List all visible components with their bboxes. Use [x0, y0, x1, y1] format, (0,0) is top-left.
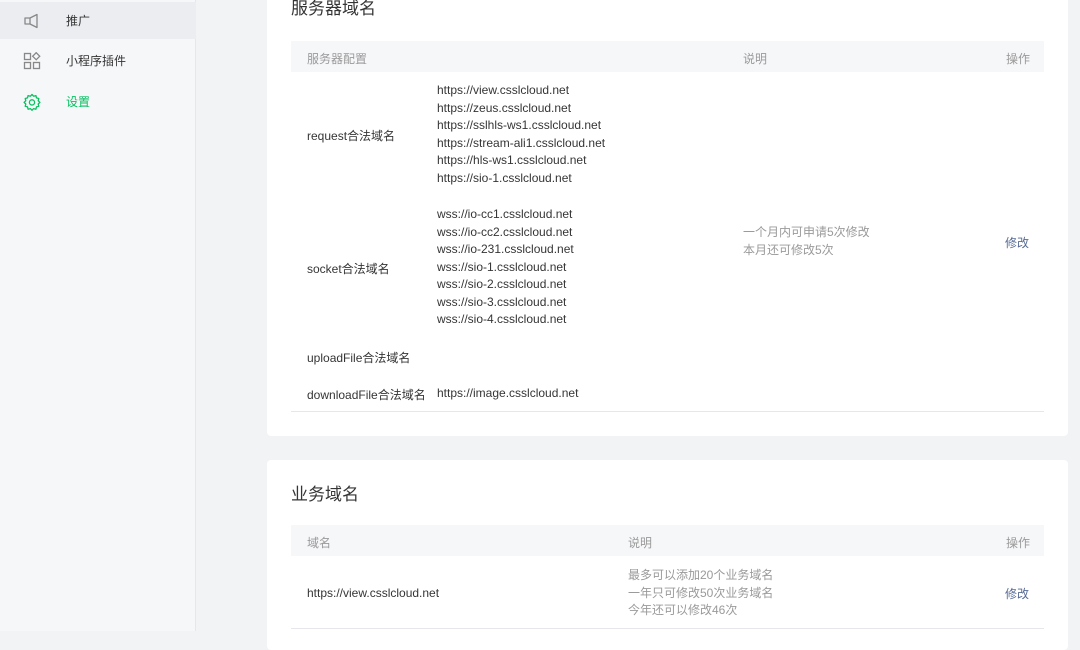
socket-domain-label: socket合法域名: [307, 262, 390, 276]
header-domain: 域名: [307, 536, 332, 550]
header-desc: 说明: [628, 536, 653, 550]
request-url: https://sslhls-ws1.csslcloud.net: [437, 118, 602, 132]
gear-icon: [23, 93, 41, 111]
socket-url: wss://io-231.csslcloud.net: [437, 242, 574, 256]
download-domain-label: downloadFile合法域名: [307, 388, 426, 402]
business-note: 一年只可修改50次业务域名: [628, 586, 774, 600]
header-op: 操作: [1006, 52, 1031, 66]
request-url: https://hls-ws1.csslcloud.net: [437, 153, 587, 167]
sidebar-item-label: 小程序插件: [66, 54, 127, 68]
header-config: 服务器配置: [307, 52, 368, 66]
request-url: https://view.csslcloud.net: [437, 83, 570, 97]
socket-url: wss://sio-1.csslcloud.net: [437, 260, 567, 274]
table-header: 域名 说明 操作: [291, 525, 1044, 556]
business-modify-link[interactable]: 修改: [1005, 585, 1029, 602]
business-note: 最多可以添加20个业务域名: [628, 568, 774, 582]
sidebar: 推广 小程序插件 设置: [0, 0, 196, 631]
megaphone-icon: [23, 12, 41, 30]
sidebar-item-label: 推广: [66, 14, 91, 28]
socket-url: wss://sio-3.csslcloud.net: [437, 295, 567, 309]
request-url: https://zeus.csslcloud.net: [437, 101, 572, 115]
card-title: 服务器域名: [291, 0, 376, 18]
request-domain-label: request合法域名: [307, 129, 396, 143]
socket-url: wss://io-cc2.csslcloud.net: [437, 225, 573, 239]
divider: [291, 411, 1044, 412]
download-url: https://image.csslcloud.net: [437, 386, 579, 400]
socket-url: wss://sio-2.csslcloud.net: [437, 277, 567, 291]
sidebar-item-settings[interactable]: 设置: [0, 83, 196, 120]
request-url: https://sio-1.csslcloud.net: [437, 171, 572, 185]
business-domain-value: https://view.csslcloud.net: [307, 586, 440, 600]
server-note: 本月还可修改5次: [743, 243, 834, 257]
divider: [291, 628, 1044, 629]
sidebar-item-plugins[interactable]: 小程序插件: [0, 42, 196, 79]
sidebar-item-promotion[interactable]: 推广: [0, 2, 196, 39]
server-note: 一个月内可申请5次修改: [743, 225, 870, 239]
plugin-grid-icon: [23, 51, 41, 70]
header-desc: 说明: [743, 52, 768, 66]
table-header: 服务器配置 说明 操作: [291, 41, 1044, 72]
header-op: 操作: [1006, 536, 1031, 550]
server-domain-card: 服务器域名 服务器配置 说明 操作 request合法域名 https://vi…: [267, 0, 1068, 436]
sidebar-item-label: 设置: [66, 95, 91, 109]
upload-domain-label: uploadFile合法域名: [307, 351, 411, 365]
request-url: https://stream-ali1.csslcloud.net: [437, 136, 606, 150]
card-title: 业务域名: [291, 485, 359, 504]
business-domain-card: 业务域名 域名 说明 操作 https://view.csslcloud.net…: [267, 460, 1068, 650]
business-note: 今年还可以修改46次: [628, 603, 738, 617]
server-modify-link[interactable]: 修改: [1005, 234, 1029, 251]
socket-url: wss://sio-4.csslcloud.net: [437, 312, 567, 326]
socket-url: wss://io-cc1.csslcloud.net: [437, 207, 573, 221]
